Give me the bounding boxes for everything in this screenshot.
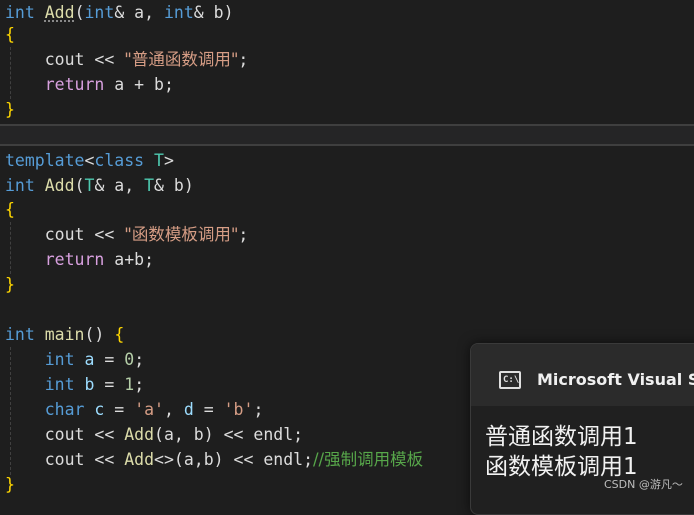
comment: //强制调用模板 — [313, 450, 424, 469]
code-line-10[interactable]: return a+b; — [5, 247, 154, 272]
number-literal: 0 — [124, 350, 135, 369]
code-line-16[interactable]: cout << Add(a, b) << endl; — [5, 422, 303, 447]
keyword: int — [163, 3, 194, 22]
variable: c — [84, 400, 105, 419]
code-text: << endl; — [213, 425, 304, 444]
open-brace: { — [114, 325, 125, 344]
punct: ( — [74, 176, 85, 195]
close-brace: } — [5, 475, 15, 494]
params: & b) — [154, 176, 194, 195]
code-line-2[interactable]: { — [5, 22, 15, 47]
string-literal: "函数模板调用" — [124, 225, 239, 244]
params: & b) — [193, 3, 234, 22]
keyword: int — [5, 325, 35, 344]
code-line-15[interactable]: char c = 'a', d = 'b'; — [5, 397, 264, 422]
variable: d — [183, 400, 194, 419]
function-name[interactable]: main — [45, 325, 85, 344]
code-lens-separator — [0, 124, 694, 146]
operator: = — [104, 400, 135, 419]
close-brace: } — [5, 100, 15, 119]
console-title-bar[interactable]: C:\ Microsoft Visual St — [471, 344, 694, 406]
code-line-8[interactable]: { — [5, 197, 15, 222]
return-keyword: return — [44, 75, 105, 94]
function-call[interactable]: Add — [124, 425, 154, 444]
code-line-5[interactable]: } — [5, 97, 15, 122]
keyword: class — [94, 151, 145, 170]
code-text: cout << — [44, 425, 125, 444]
variable: a — [74, 350, 95, 369]
punct: > — [163, 151, 174, 170]
code-text: << endl; — [223, 450, 313, 469]
return-keyword: return — [44, 250, 105, 269]
code-text: cout << — [44, 450, 125, 469]
close-brace: } — [5, 275, 15, 294]
punct: ; — [134, 375, 145, 394]
code-line-4[interactable]: return a + b; — [5, 72, 174, 97]
operator: = — [193, 400, 224, 419]
code-line-17[interactable]: cout << Add<>(a,b) << endl;//强制调用模板 — [5, 447, 423, 472]
type-param: T — [144, 151, 164, 170]
punct: , — [164, 400, 184, 419]
keyword: int — [5, 176, 35, 195]
type-param: T — [144, 176, 155, 195]
punct: < — [84, 151, 95, 170]
code-line-7[interactable]: int Add(T& a, T& b) — [5, 173, 194, 198]
keyword: template — [5, 151, 85, 170]
keyword: int — [44, 350, 75, 369]
code-line-13[interactable]: int a = 0; — [5, 347, 144, 372]
keyword: int — [44, 375, 75, 394]
params: & a, — [114, 3, 164, 22]
operator: = — [94, 375, 125, 394]
code-line-11[interactable]: } — [5, 272, 15, 297]
code-text: cout << — [44, 225, 125, 244]
code-line-6[interactable]: template<class T> — [5, 148, 174, 173]
params: & a, — [94, 176, 145, 195]
code-line-1[interactable]: int Add(int& a, int& b) — [5, 0, 234, 25]
code-line-18[interactable]: } — [5, 472, 15, 497]
code-text: cout << — [44, 50, 125, 69]
console-title: Microsoft Visual St — [537, 370, 694, 389]
code-line-12[interactable]: int main() { — [5, 322, 124, 347]
variable: b — [74, 375, 95, 394]
code-text: ; — [238, 50, 249, 69]
keyword: int — [5, 3, 35, 22]
type-param: T — [84, 176, 95, 195]
function-name[interactable]: Add — [45, 3, 75, 22]
open-brace: { — [5, 25, 15, 44]
function-call[interactable]: Add — [124, 450, 154, 469]
number-literal: 1 — [124, 375, 135, 394]
code-text: ; — [238, 225, 249, 244]
punct: ( — [74, 3, 85, 22]
watermark: CSDN @游凡～ — [604, 478, 683, 491]
code-line-9[interactable]: cout << "函数模板调用"; — [5, 222, 249, 247]
char-literal: 'b' — [223, 400, 254, 419]
string-literal: "普通函数调用" — [124, 50, 239, 69]
args: (a, b) — [154, 425, 214, 444]
console-output-line: 普通函数调用1 — [485, 424, 638, 450]
args: (a,b) — [173, 450, 224, 469]
keyword: char — [44, 400, 85, 419]
function-name[interactable]: Add — [45, 176, 75, 195]
console-app-icon: C:\ — [499, 371, 521, 389]
char-literal: 'a' — [134, 400, 164, 419]
open-brace: { — [5, 200, 15, 219]
punct: ; — [134, 350, 145, 369]
code-text: () — [84, 325, 115, 344]
code-line-14[interactable]: int b = 1; — [5, 372, 144, 397]
code-text: a + b; — [104, 75, 174, 94]
code-text: a+b; — [104, 250, 155, 269]
keyword: int — [84, 3, 115, 22]
punct: ; — [253, 400, 264, 419]
code-line-3[interactable]: cout << "普通函数调用"; — [5, 47, 249, 72]
operator: = — [94, 350, 125, 369]
template-args: <> — [154, 450, 174, 469]
